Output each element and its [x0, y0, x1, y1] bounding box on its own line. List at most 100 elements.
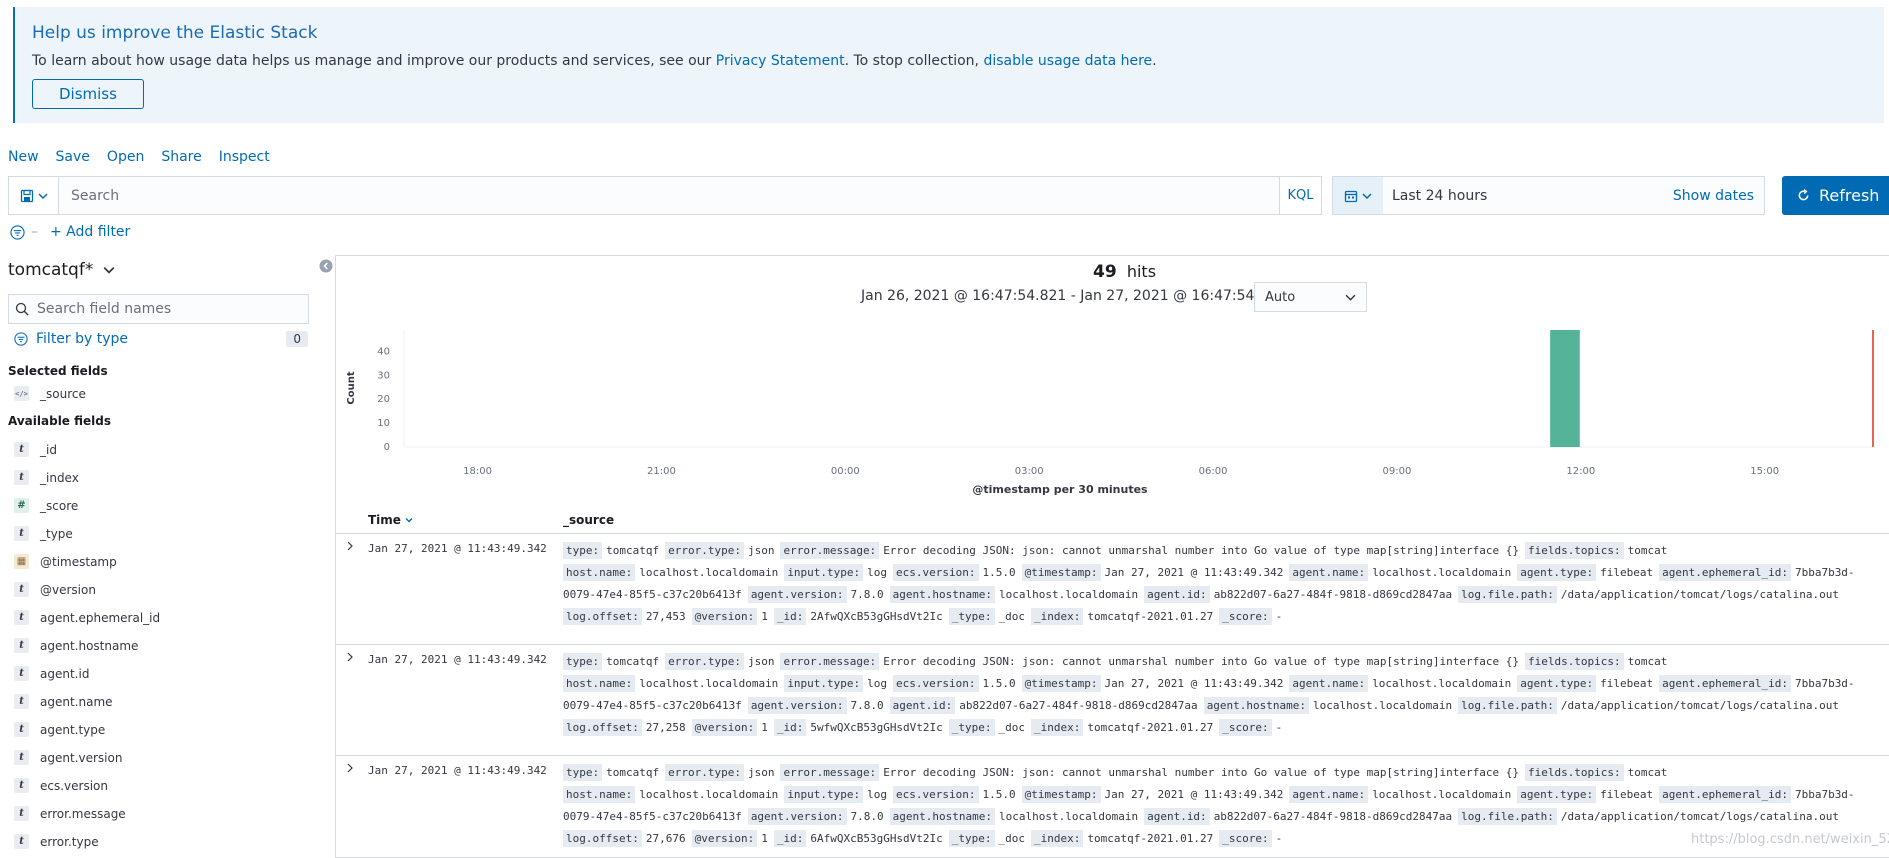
source-value: -	[1275, 610, 1283, 623]
source-key: _index:	[1031, 830, 1084, 847]
string-type-icon: t	[14, 442, 29, 457]
expand-row-icon[interactable]	[346, 762, 354, 776]
field-name: _score	[40, 498, 79, 513]
source-key: agent.type:	[1517, 786, 1597, 803]
field-item[interactable]: t @version	[14, 582, 96, 597]
callout-text: To learn about how usage data helps us m…	[32, 53, 1867, 69]
field-search-input[interactable]: Search field names	[8, 294, 309, 324]
table-row[interactable]: Jan 27, 2021 @ 11:43:49.342 type: tomcatqf…	[336, 534, 1889, 645]
time-column-header[interactable]: Time	[368, 513, 413, 527]
field-item[interactable]: t _id	[14, 442, 57, 457]
x-tick-label: 06:00	[1199, 466, 1228, 477]
source-key: log.offset:	[563, 608, 642, 625]
source-value: json	[747, 766, 775, 779]
field-item[interactable]: t agent.type	[14, 722, 105, 737]
string-type-icon: t	[14, 778, 29, 793]
field-item[interactable]: # _score	[14, 498, 78, 513]
share-link[interactable]: Share	[161, 149, 201, 165]
source-value: 7bba7b3d-	[1794, 566, 1855, 579]
show-dates-link[interactable]: Show dates	[1673, 188, 1764, 204]
source-key: agent.hostname:	[1203, 697, 1310, 714]
watermark: https://blog.csdn.net/weixin_52837796	[1691, 832, 1889, 847]
saved-query-button[interactable]	[9, 177, 59, 214]
table-row[interactable]: Jan 27, 2021 @ 11:43:49.342 type: tomcatqf…	[336, 645, 1889, 756]
string-type-icon: t	[14, 694, 29, 709]
refresh-icon	[1798, 189, 1809, 201]
field-item[interactable]: t agent.hostname	[14, 638, 138, 653]
open-link[interactable]: Open	[107, 149, 144, 165]
string-type-icon: t	[14, 806, 29, 821]
source-key: error.type:	[665, 542, 744, 559]
source-key: _score:	[1219, 719, 1272, 736]
search-input[interactable]: Search	[59, 188, 1279, 204]
field-item[interactable]: t ecs.version	[14, 778, 108, 793]
source-key: agent.id:	[1144, 586, 1210, 603]
source-key: type:	[563, 764, 603, 781]
source-line: type: tomcatqf error.type: json error.messag…	[563, 651, 1889, 673]
source-value: Jan 27, 2021 @ 11:43:49.342	[1104, 788, 1284, 801]
y-tick-label: 10	[377, 418, 390, 429]
dismiss-button[interactable]: Dismiss	[32, 79, 144, 109]
inspect-link[interactable]: Inspect	[219, 149, 270, 165]
string-type-icon: t	[14, 610, 29, 625]
field-item[interactable]: t agent.ephemeral_id	[14, 610, 160, 625]
time-range-label[interactable]: Last 24 hours	[1383, 188, 1673, 204]
filter-by-type-button[interactable]: Filter by type 0	[14, 331, 308, 347]
expand-row-icon[interactable]	[346, 651, 354, 665]
source-value: _doc	[998, 721, 1026, 734]
field-item[interactable]: ▦ @timestamp	[14, 554, 117, 569]
source-key: type:	[563, 653, 603, 670]
source-value: -	[1275, 721, 1283, 734]
field-item[interactable]: t error.type	[14, 834, 99, 849]
interval-select[interactable]: Auto	[1254, 282, 1367, 312]
add-filter-button[interactable]: + Add filter	[50, 224, 130, 240]
save-link[interactable]: Save	[56, 149, 90, 165]
calendar-icon	[1344, 190, 1358, 202]
field-name: _index	[40, 470, 79, 485]
source-key: ecs.version:	[893, 675, 979, 692]
disable-usage-link[interactable]: disable usage data here	[983, 53, 1152, 69]
source-key: agent.name:	[1289, 675, 1369, 692]
source-line: 0079-47e4-85f5-c37c20b6413f agent.version…	[563, 695, 1889, 717]
quick-select-button[interactable]	[1333, 177, 1383, 214]
field-item[interactable]: t _type	[14, 526, 73, 541]
new-link[interactable]: New	[8, 149, 39, 165]
time-header-label: Time	[368, 513, 401, 527]
field-item[interactable]: t agent.id	[14, 666, 89, 681]
source-key: ecs.version:	[893, 786, 979, 803]
source-key: input.type:	[784, 564, 864, 581]
source-value: tomcat	[1627, 655, 1668, 668]
source-key: @version:	[691, 719, 758, 736]
table-row[interactable]: Jan 27, 2021 @ 11:43:49.342 type: tomcatqf…	[336, 756, 1889, 858]
field-item[interactable]: t agent.version	[14, 750, 122, 765]
source-key: log.file.path:	[1458, 697, 1557, 714]
source-key: error.message:	[780, 653, 880, 670]
filter-icon[interactable]	[10, 224, 25, 240]
field-item[interactable]: t _index	[14, 470, 79, 485]
source-value: 7.8.0	[850, 588, 884, 601]
source-value: 1	[761, 610, 768, 623]
refresh-button[interactable]: Refresh	[1782, 176, 1889, 215]
privacy-statement-link[interactable]: Privacy Statement	[716, 53, 845, 69]
chevron-down-icon	[37, 192, 48, 199]
string-type-icon: t	[14, 526, 29, 541]
x-tick-label: 15:00	[1750, 466, 1779, 477]
field-item[interactable]: t agent.name	[14, 694, 113, 709]
expand-row-icon[interactable]	[346, 540, 354, 554]
kql-toggle[interactable]: KQL	[1279, 177, 1321, 214]
available-fields-title: Available fields	[8, 414, 112, 428]
index-pattern-selector[interactable]: tomcatqf*	[8, 260, 115, 280]
callout-title: Help us improve the Elastic Stack	[32, 23, 318, 43]
y-axis-label: Count	[346, 371, 357, 404]
source-type-icon: </>	[14, 386, 29, 401]
field-item-source[interactable]: </> _source	[14, 386, 86, 401]
y-tick-label: 20	[377, 394, 390, 405]
search-icon	[15, 302, 29, 316]
source-key: _type:	[948, 830, 995, 847]
collapse-sidebar-icon[interactable]	[319, 259, 333, 277]
source-value: 7bba7b3d-	[1794, 677, 1855, 690]
field-item[interactable]: t error.message	[14, 806, 126, 821]
source-value: tomcatqf-2021.01.27	[1087, 721, 1214, 734]
source-key: _id:	[773, 719, 807, 736]
row-source: type: tomcatqf error.type: json error.messag…	[563, 540, 1889, 628]
